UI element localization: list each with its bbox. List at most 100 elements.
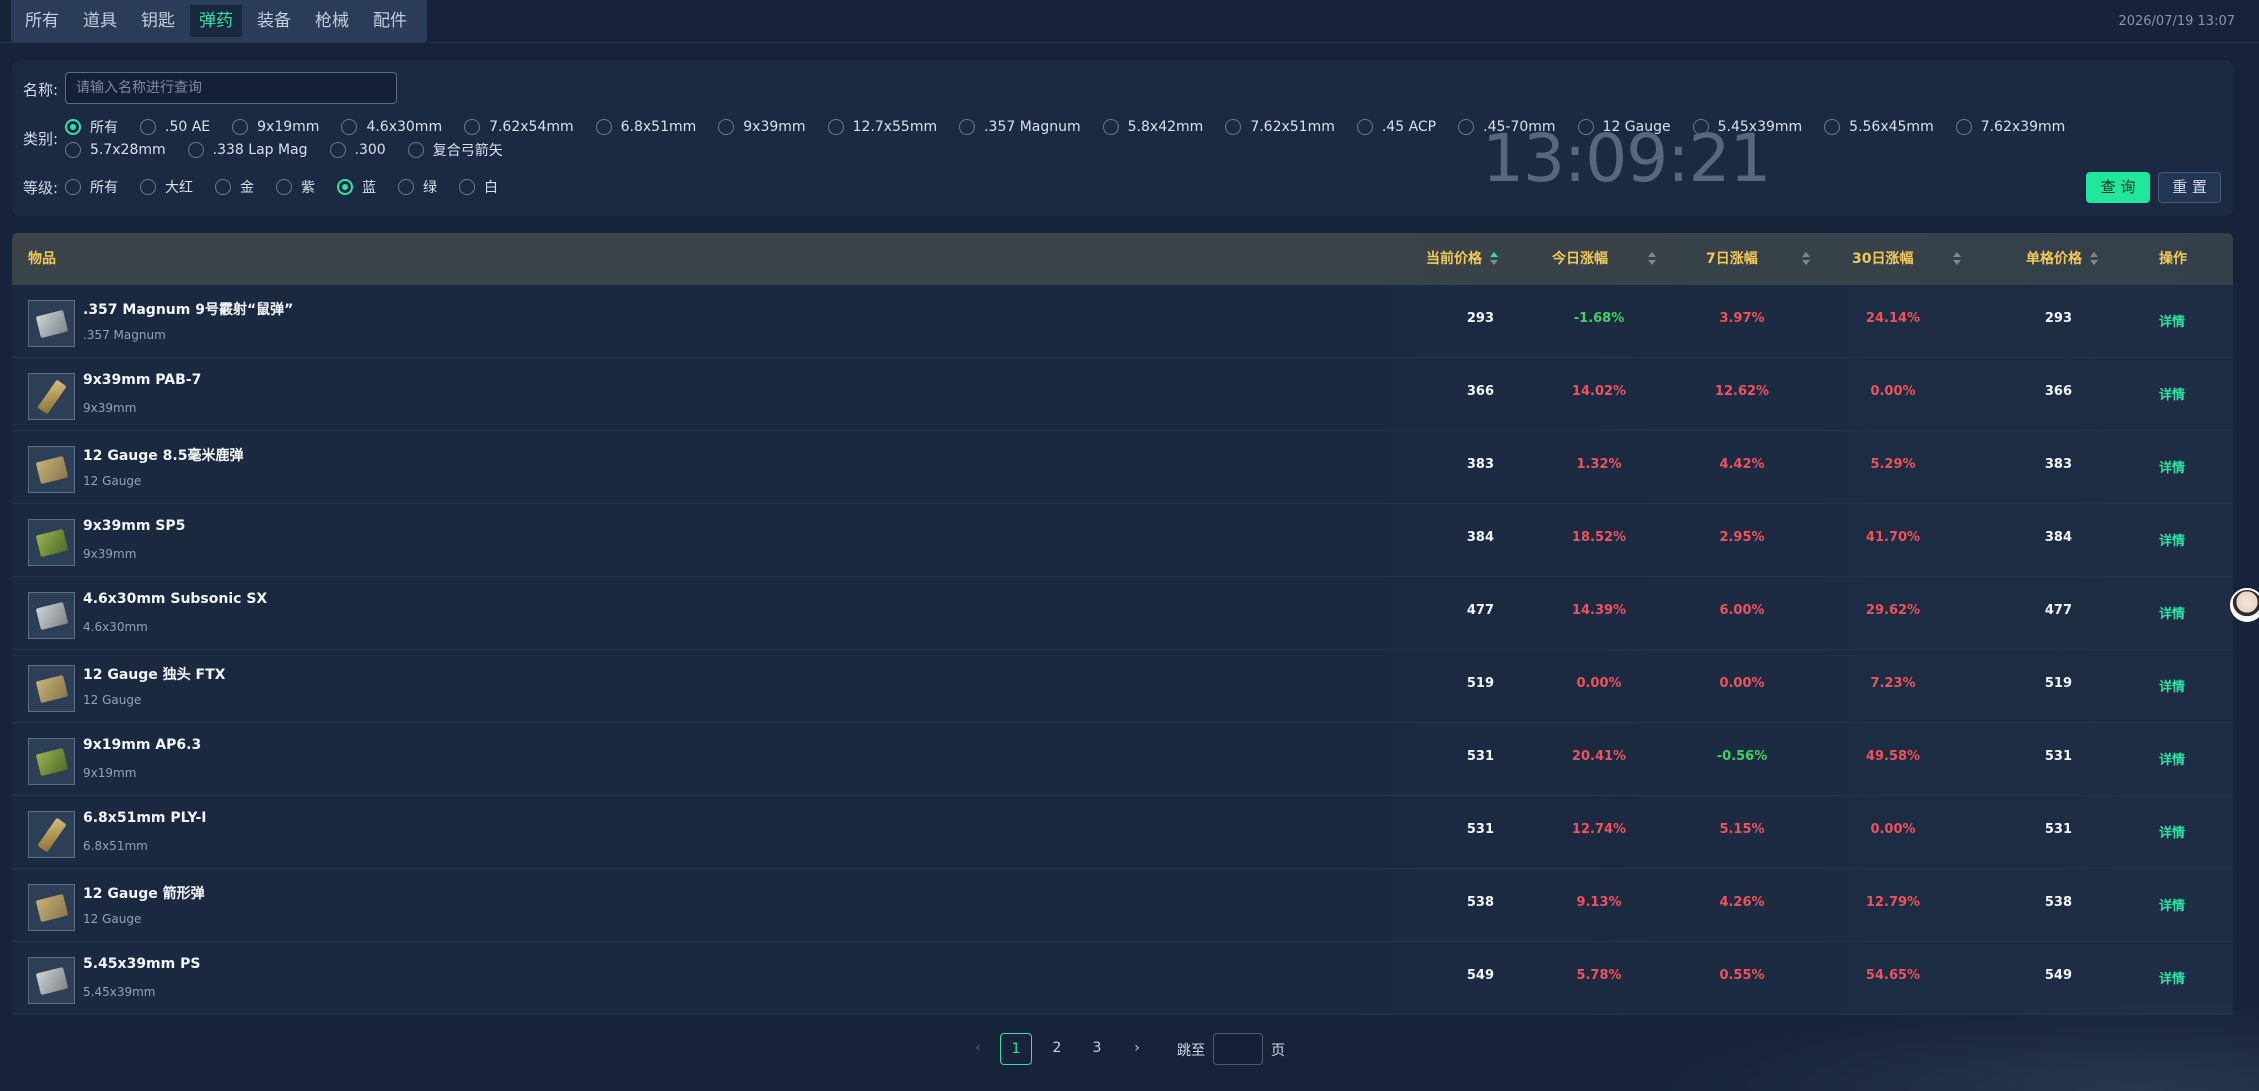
detail-link[interactable]: 详情 — [2159, 384, 2185, 403]
detail-link[interactable]: 详情 — [2159, 968, 2185, 987]
radio-circle-icon[interactable] — [459, 178, 475, 195]
jump-page-input[interactable] — [1213, 1033, 1263, 1065]
item-name: 4.6x30mm Subsonic SX — [83, 591, 268, 607]
tab-2[interactable]: 钥匙 — [132, 5, 184, 37]
tab-3[interactable]: 弹药 — [190, 5, 242, 37]
category-radio-17[interactable]: 5.7x28mm — [65, 140, 166, 159]
radio-circle-icon[interactable] — [959, 118, 976, 135]
ammo-thumbnail-icon — [28, 665, 75, 712]
category-radio-16[interactable]: 7.62x39mm — [1955, 117, 2065, 136]
column-header-label: 30日涨幅 — [1852, 251, 1914, 267]
radio-circle-icon[interactable] — [329, 141, 346, 158]
column-header-unit-price[interactable]: 单格价格 — [2026, 233, 2098, 285]
category-radio-8[interactable]: .357 Magnum — [959, 117, 1081, 136]
radio-circle-icon[interactable] — [65, 178, 81, 195]
category-radio-9[interactable]: 5.8x42mm — [1102, 117, 1203, 136]
radio-circle-icon[interactable] — [407, 141, 424, 158]
category-radio-5[interactable]: 6.8x51mm — [595, 117, 696, 136]
radio-circle-icon[interactable] — [827, 118, 844, 135]
category-radio-0[interactable]: 所有 — [65, 117, 118, 136]
prev-page-button[interactable]: ‹ — [962, 1033, 994, 1065]
detail-link[interactable]: 详情 — [2159, 895, 2185, 914]
radio-circle-icon[interactable] — [215, 178, 231, 195]
category-radio-6[interactable]: 9x39mm — [718, 117, 806, 136]
day7-change: 6.00% — [1719, 603, 1765, 618]
radio-circle-icon[interactable] — [464, 118, 481, 135]
page-button-2[interactable]: 2 — [1041, 1033, 1073, 1065]
category-radio-11[interactable]: .45 ACP — [1356, 117, 1436, 136]
grade-radio-1[interactable]: 大红 — [140, 177, 193, 196]
avatar[interactable] — [2230, 588, 2259, 622]
radio-circle-icon[interactable] — [718, 118, 735, 135]
column-header-day1[interactable]: 今日涨幅 — [1552, 233, 1656, 285]
radio-circle-icon[interactable] — [140, 178, 156, 195]
detail-link[interactable]: 详情 — [2159, 457, 2185, 476]
tab-4[interactable]: 装备 — [248, 5, 300, 37]
radio-circle-icon[interactable] — [1225, 118, 1242, 135]
name-search-input[interactable] — [65, 72, 397, 104]
grade-radio-3[interactable]: 紫 — [276, 177, 315, 196]
tab-5[interactable]: 枪械 — [306, 5, 358, 37]
column-header-day7[interactable]: 7日涨幅 — [1706, 233, 1810, 285]
sort-icon[interactable] — [2090, 251, 2098, 267]
day30-change: 41.70% — [1865, 530, 1921, 545]
radio-circle-icon[interactable] — [65, 118, 81, 135]
item-category: 12 Gauge — [83, 474, 142, 488]
query-button[interactable]: 查 询 — [2086, 172, 2150, 203]
table-body: .357 Magnum 9号霰射“鼠弹” .357 Magnum 293 -1.68%… — [12, 285, 2233, 1015]
radio-circle-icon[interactable] — [341, 118, 358, 135]
radio-circle-icon[interactable] — [398, 178, 414, 195]
category-radio-1[interactable]: .50 AE — [140, 117, 210, 136]
column-header-current-price[interactable]: 当前价格 — [1426, 233, 1498, 285]
radio-circle-icon[interactable] — [1955, 118, 1972, 135]
unit-price: 519 — [2044, 676, 2072, 691]
category-radio-20[interactable]: 复合弓箭矢 — [407, 140, 503, 159]
tab-1[interactable]: 道具 — [74, 5, 126, 37]
unit-price: 383 — [2044, 457, 2072, 472]
radio-circle-icon[interactable] — [140, 118, 156, 135]
sort-icon[interactable] — [1801, 251, 1810, 267]
day30-change: 49.58% — [1865, 749, 1921, 764]
category-radio-15[interactable]: 5.56x45mm — [1824, 117, 1934, 136]
radio-circle-icon[interactable] — [232, 118, 249, 135]
day30-change: 0.00% — [1870, 384, 1916, 399]
grade-radio-4[interactable]: 蓝 — [337, 177, 376, 196]
radio-circle-icon[interactable] — [276, 178, 292, 195]
reset-button[interactable]: 重 置 — [2158, 172, 2221, 203]
detail-link[interactable]: 详情 — [2159, 603, 2185, 622]
tab-6[interactable]: 配件 — [364, 5, 416, 37]
grade-radio-0[interactable]: 所有 — [65, 177, 118, 196]
column-header-day30[interactable]: 30日涨幅 — [1852, 233, 1962, 285]
tab-0[interactable]: 所有 — [16, 5, 68, 37]
radio-label: 所有 — [90, 179, 118, 196]
sort-icon[interactable] — [1648, 251, 1656, 267]
detail-link[interactable]: 详情 — [2159, 749, 2185, 768]
category-radio-18[interactable]: .338 Lap Mag — [187, 140, 308, 159]
radio-circle-icon[interactable] — [65, 141, 81, 158]
sort-icon[interactable] — [1953, 251, 1962, 267]
detail-link[interactable]: 详情 — [2159, 676, 2185, 695]
page-button-1[interactable]: 1 — [1000, 1033, 1032, 1065]
radio-circle-icon[interactable] — [1102, 118, 1119, 135]
sort-icon[interactable] — [1490, 251, 1498, 267]
detail-link[interactable]: 详情 — [2159, 530, 2185, 549]
detail-link[interactable]: 详情 — [2159, 822, 2185, 841]
category-radio-3[interactable]: 4.6x30mm — [341, 117, 442, 136]
radio-circle-icon[interactable] — [1356, 118, 1373, 135]
category-radio-7[interactable]: 12.7x55mm — [827, 117, 937, 136]
grade-radio-6[interactable]: 白 — [459, 177, 498, 196]
detail-link[interactable]: 详情 — [2159, 311, 2185, 330]
radio-circle-icon[interactable] — [1458, 118, 1475, 135]
category-radio-4[interactable]: 7.62x54mm — [464, 117, 574, 136]
radio-circle-icon[interactable] — [595, 118, 612, 135]
category-radio-2[interactable]: 9x19mm — [232, 117, 319, 136]
grade-radio-2[interactable]: 金 — [215, 177, 254, 196]
category-radio-19[interactable]: .300 — [329, 140, 386, 159]
next-page-button[interactable]: › — [1121, 1033, 1153, 1065]
page-button-3[interactable]: 3 — [1081, 1033, 1113, 1065]
radio-circle-icon[interactable] — [337, 178, 353, 195]
category-radio-10[interactable]: 7.62x51mm — [1225, 117, 1335, 136]
radio-circle-icon[interactable] — [187, 141, 204, 158]
radio-circle-icon[interactable] — [1824, 118, 1841, 135]
grade-radio-5[interactable]: 绿 — [398, 177, 437, 196]
